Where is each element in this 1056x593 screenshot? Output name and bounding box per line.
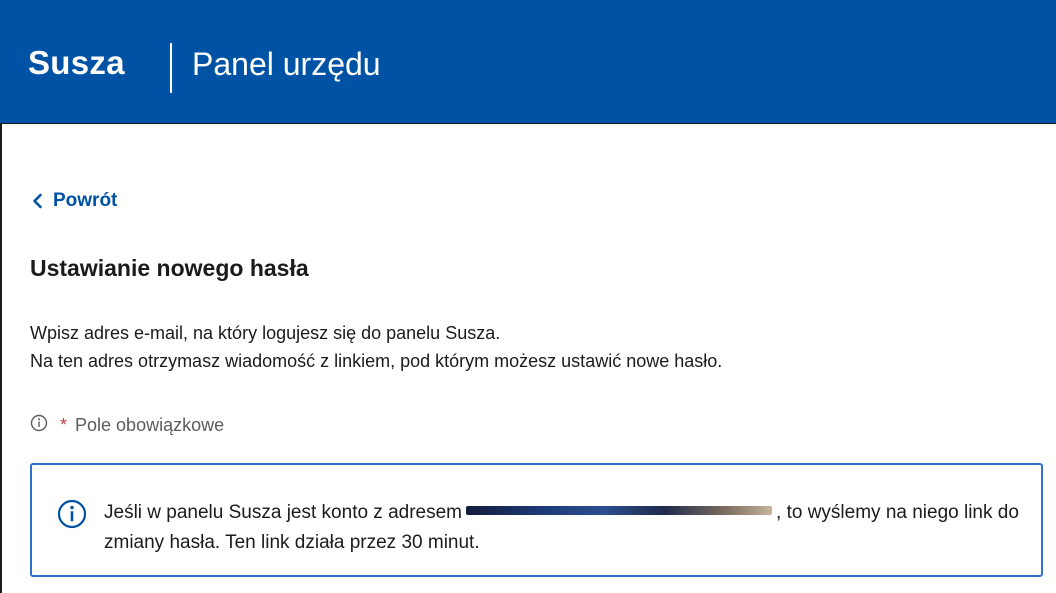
required-star: *: [60, 414, 68, 435]
app-header: Susza Panel urzędu: [0, 0, 1056, 124]
redacted-email: [466, 506, 773, 516]
page-title: Ustawianie nowego hasła: [30, 255, 309, 281]
info-alert: Jeśli w panelu Susza jest konto z adrese…: [30, 463, 1043, 577]
required-label: Pole obowiązkowe: [75, 414, 225, 435]
intro-text: Wpisz adres e-mail, na który logujesz si…: [30, 319, 722, 375]
panel-name: Panel urzędu: [192, 46, 381, 82]
intro-line: Na ten adres otrzymasz wiadomość z linki…: [30, 351, 723, 371]
info-text-start: Jeśli w panelu Susza jest konto z adrese…: [104, 502, 463, 523]
info-circle-icon: [57, 499, 87, 534]
required-fields-note: * Pole obowiązkowe: [30, 414, 224, 435]
intro-line: Wpisz adres e-mail, na który logujesz si…: [30, 323, 501, 343]
info-alert-text: Jeśli w panelu Susza jest konto z adrese…: [104, 498, 1024, 558]
info-icon: [30, 414, 48, 435]
back-link-label: Powrót: [53, 190, 118, 211]
chevron-left-icon: [32, 193, 43, 209]
brand-logo-text[interactable]: Susza: [28, 46, 125, 79]
back-link[interactable]: Powrót: [32, 191, 117, 210]
brand-divider: [170, 43, 172, 93]
